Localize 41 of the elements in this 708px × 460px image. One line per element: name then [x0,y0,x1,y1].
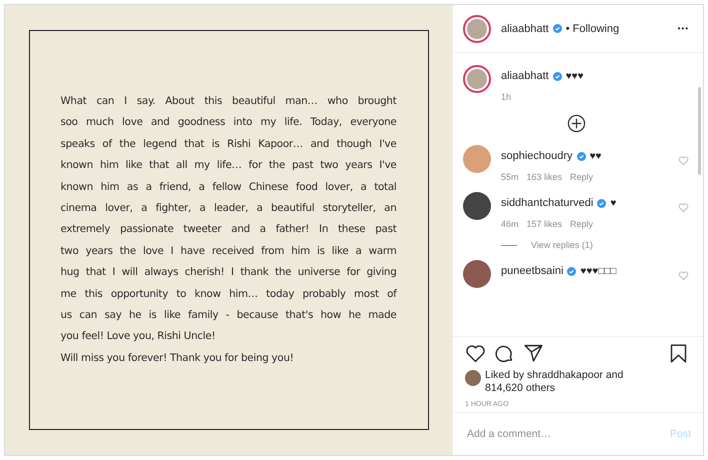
more-options-icon[interactable]: ••• [678,24,689,33]
scrollbar[interactable] [698,87,701,175]
avatar[interactable] [463,14,491,42]
following-status[interactable]: • Following [566,22,620,34]
post-text-line: known him as a friend, a fellow Chinese food lover, a total [60,180,396,195]
comment-input-field[interactable]: Add a comment… [465,427,670,441]
avatar[interactable] [463,192,491,220]
heart-icon[interactable] [465,343,486,364]
post-text-line: hug that I will always cherish! I thank the universe for giving [60,265,396,280]
post-text-line: two years the love I have received from him is like a warm [60,244,396,259]
post-text-line: extremely passionate tweeter and a father! In these past [60,222,396,238]
post-text-line: you feel! Love you, Rishi Uncle! [60,329,216,344]
post-text-line: What can I say. About this beautiful man… who brought [60,94,396,109]
load-more-icon[interactable] [566,114,586,133]
share-icon[interactable] [523,343,544,364]
avatar[interactable] [465,370,481,386]
comment-time: 55m [501,172,519,182]
username[interactable]: aliaabhatt [501,22,549,34]
username[interactable]: sophiechoudry [501,150,573,162]
avatar[interactable] [463,65,491,93]
liked-by-text: Liked by shraddhakapoor and [485,369,624,382]
post-text-line: me this opportunity to know him… today probably most of [60,286,396,302]
post-text-line: cinema lover, a fighter, a leader, a beautiful storyteller, an [60,201,396,216]
post-text-line: soo much love and goodness into my life. Today, everyone [60,115,396,130]
caption-text: ♥♥♥ [566,70,584,82]
comment-time: 46m [501,219,519,229]
comment-text: ♥♥♥□□□ [580,266,616,276]
username[interactable]: puneetbsaini [501,265,564,277]
post-text-line: known him like that all my life… for the past two years I've [60,158,396,174]
bookmark-icon[interactable] [668,343,689,364]
avatar[interactable] [463,260,491,288]
post-text-line: us can say he is like family - because that's how he made [60,308,396,324]
comment-text: ♥ [610,198,616,208]
username[interactable]: siddhantchaturvedi [501,197,594,209]
username[interactable]: aliaabhatt [501,70,549,82]
caption-time: 1h [501,92,512,102]
likes-count[interactable]: 814,620 others [485,382,624,395]
post-text-line: speaks of the legend that is Rishi Kapoor… and though I've [60,136,396,152]
comment-text: ♥♥ [590,150,602,162]
post-text-line: Will miss you forever! Thank you for being you! [60,350,295,366]
comment-icon[interactable] [494,343,515,364]
